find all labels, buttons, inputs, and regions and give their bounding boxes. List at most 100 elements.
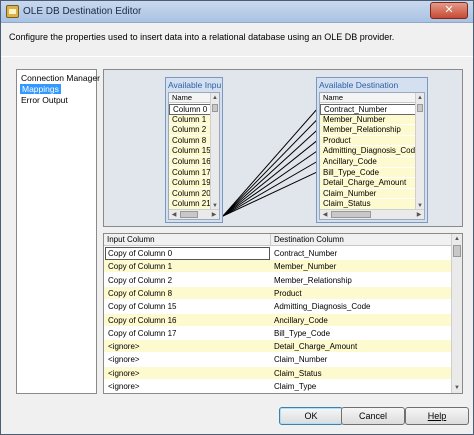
input-column-item[interactable]: Column 0 <box>169 104 211 115</box>
destination-table-hscroll[interactable]: ◀ ▶ <box>320 209 424 219</box>
grid-row[interactable]: Copy of Column 16 Ancillary_Code <box>104 313 452 327</box>
input-column-cell[interactable]: Copy of Column 0 <box>108 249 172 258</box>
grid-header: Input Column Destination Column <box>104 234 452 246</box>
input-column-item[interactable]: Column 15 <box>169 146 211 157</box>
close-button[interactable]: ✕ <box>430 2 468 19</box>
nav-item-connection-manager[interactable]: Connection Manager <box>21 73 100 83</box>
nav-item-error-output[interactable]: Error Output <box>21 95 68 105</box>
input-column-cell[interactable]: Copy of Column 15 <box>108 302 176 311</box>
dialog-window: OLE DB Destination Editor ✕ Configure th… <box>0 0 474 435</box>
input-column-cell[interactable]: Copy of Column 16 <box>108 316 176 325</box>
input-table-list: Name Column 0 Column 1 Column 2 Column 8 Col… <box>168 92 220 220</box>
destination-column-item[interactable]: Admitting_Diagnosis_Code <box>320 146 420 157</box>
scroll-left-arrow-icon[interactable]: ◀ <box>320 210 330 220</box>
scroll-up-arrow-icon[interactable]: ▲ <box>452 234 462 244</box>
grid-row[interactable]: <ignore> Claim_Number <box>104 353 452 367</box>
destination-column-header[interactable]: Destination Column <box>274 235 344 244</box>
scroll-right-arrow-icon[interactable]: ▶ <box>414 210 424 220</box>
close-icon: ✕ <box>444 4 454 16</box>
input-column-cell[interactable]: Copy of Column 2 <box>108 276 172 285</box>
scroll-right-arrow-icon[interactable]: ▶ <box>209 210 219 220</box>
input-column-item[interactable]: Column 19 <box>169 178 211 189</box>
grid-row[interactable]: <ignore> Claim_Status <box>104 366 452 380</box>
input-table-hscroll[interactable]: ◀ ▶ <box>169 209 219 219</box>
destination-column-cell[interactable]: Admitting_Diagnosis_Code <box>274 302 371 311</box>
grid-row[interactable]: Copy of Column 17 Bill_Type_Code <box>104 327 452 340</box>
input-column-cell[interactable]: Copy of Column 8 <box>108 289 172 298</box>
destination-column-cell[interactable]: Ancillary_Code <box>274 316 328 325</box>
destination-column-item[interactable]: Product <box>320 135 416 147</box>
grid-row[interactable]: Copy of Column 8 Product <box>104 286 452 300</box>
scroll-up-arrow-icon[interactable]: ▲ <box>416 93 424 103</box>
input-column-item[interactable]: Column 16 <box>169 157 211 168</box>
scroll-thumb[interactable] <box>180 211 198 218</box>
destination-column-cell[interactable]: Contract_Number <box>274 249 337 258</box>
destination-column-cell[interactable]: Member_Relationship <box>274 276 352 285</box>
destination-column-item[interactable]: Contract_Number <box>320 104 416 115</box>
input-column-cell[interactable]: <ignore> <box>108 342 140 351</box>
input-column-item[interactable]: Column 1 <box>169 114 211 126</box>
destination-table-header: Name <box>320 93 424 103</box>
input-column-item[interactable]: Column 17 <box>169 167 211 179</box>
column-divider[interactable] <box>270 234 271 246</box>
window-title: OLE DB Destination Editor <box>23 6 142 17</box>
grid-row[interactable]: <ignore> Claim_Type <box>104 380 452 393</box>
scroll-thumb[interactable] <box>453 245 461 257</box>
help-button-label: Help <box>427 411 447 421</box>
title-bar[interactable]: OLE DB Destination Editor ✕ <box>1 1 473 23</box>
destination-column-cell[interactable]: Bill_Type_Code <box>274 329 330 338</box>
available-destination-columns-table[interactable]: Available Destination Columns Name Contr… <box>316 77 428 223</box>
mapping-line[interactable] <box>222 128 319 217</box>
grid-row[interactable]: Copy of Column 1 Member_Number <box>104 260 452 274</box>
input-column-header[interactable]: Input Column <box>107 235 155 244</box>
mappings-grid: Input Column Destination Column Copy of … <box>103 233 463 394</box>
scroll-thumb[interactable] <box>331 211 371 218</box>
header-divider <box>1 56 473 57</box>
destination-column-item[interactable]: Ancillary_Code <box>320 157 416 168</box>
input-column-cell[interactable]: <ignore> <box>108 382 140 391</box>
destination-column-cell[interactable]: Claim_Status <box>274 369 322 378</box>
input-column-cell[interactable]: Copy of Column 17 <box>108 329 176 338</box>
destination-column-cell[interactable]: Product <box>274 289 302 298</box>
grid-vscroll[interactable]: ▲ ▼ <box>451 234 462 393</box>
scroll-up-arrow-icon[interactable]: ▲ <box>211 93 219 103</box>
input-column-item[interactable]: Column 20 <box>169 188 211 200</box>
scroll-thumb[interactable] <box>212 104 218 112</box>
input-table-vscroll[interactable]: ▲ ▼ <box>210 93 219 211</box>
input-column-item[interactable]: Column 8 <box>169 135 211 147</box>
mapping-line[interactable] <box>222 107 319 217</box>
scroll-thumb[interactable] <box>417 104 423 112</box>
destination-column-cell[interactable]: Claim_Number <box>274 355 327 364</box>
destination-column-item[interactable]: Claim_Number <box>320 188 416 200</box>
input-table-title: Available Inpu <box>168 80 222 90</box>
ole-db-destination-icon <box>6 5 19 18</box>
scroll-left-arrow-icon[interactable]: ◀ <box>169 210 179 220</box>
nav-item-mappings[interactable]: Mappings <box>20 84 61 94</box>
destination-table-vscroll[interactable]: ▲ ▼ <box>415 93 424 211</box>
cancel-button[interactable]: Cancel <box>341 407 405 425</box>
destination-column-item[interactable]: Member_Relationship <box>320 125 416 136</box>
destination-column-item[interactable]: Detail_Charge_Amount <box>320 178 416 189</box>
grid-row[interactable]: Copy of Column 0 Contract_Number <box>104 247 452 260</box>
mapping-line[interactable] <box>222 160 319 217</box>
destination-column-cell[interactable]: Detail_Charge_Amount <box>274 342 357 351</box>
destination-column-item[interactable]: Bill_Type_Code <box>320 167 416 179</box>
help-button[interactable]: Help <box>405 407 469 425</box>
grid-row[interactable]: <ignore> Detail_Charge_Amount <box>104 340 452 354</box>
mapping-designer: Available Inpu Name Column 0 Column 1 Colu… <box>103 69 463 227</box>
description-text: Configure the properties used to insert … <box>9 32 395 42</box>
input-column-cell[interactable]: Copy of Column 1 <box>108 262 172 271</box>
destination-column-cell[interactable]: Member_Number <box>274 262 336 271</box>
destination-column-cell[interactable]: Claim_Type <box>274 382 316 391</box>
available-input-columns-table[interactable]: Available Inpu Name Column 0 Column 1 Colu… <box>165 77 223 223</box>
input-column-item[interactable]: Column 2 <box>169 125 211 136</box>
ok-button[interactable]: OK <box>279 407 343 425</box>
input-column-cell[interactable]: <ignore> <box>108 369 140 378</box>
grid-row[interactable]: Copy of Column 2 Member_Relationship <box>104 274 452 287</box>
mapping-line[interactable] <box>222 118 319 217</box>
destination-column-item[interactable]: Member_Number <box>320 114 416 126</box>
input-column-cell[interactable]: <ignore> <box>108 355 140 364</box>
scroll-down-arrow-icon[interactable]: ▼ <box>452 383 462 393</box>
grid-row[interactable]: Copy of Column 15 Admitting_Diagnosis_Cod… <box>104 300 452 314</box>
mapping-line[interactable] <box>222 149 319 217</box>
